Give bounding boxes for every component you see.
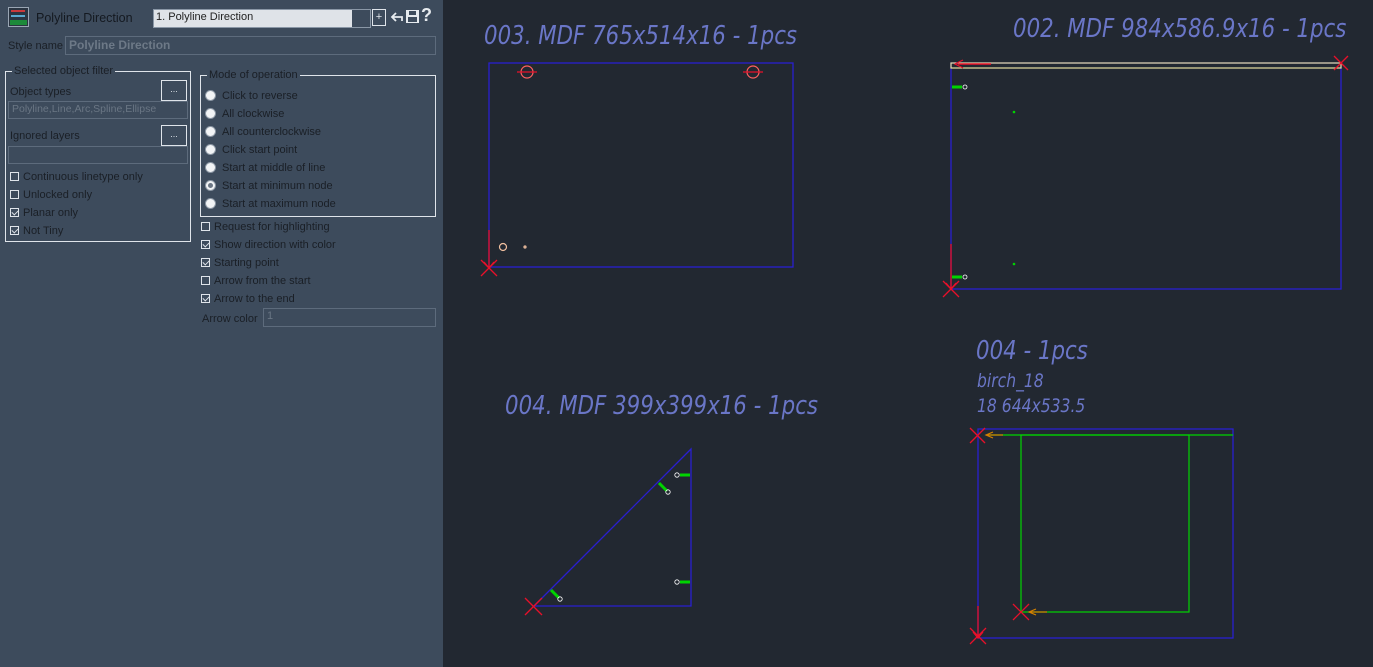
arrow-to-end-label: Arrow to the end [214,293,295,305]
object-filter-group-label: Selected object filter [12,65,116,77]
click-to-reverse-label: Click to reverse [222,90,298,102]
object-types-field[interactable]: Polyline,Line,Arc,Spline,Ellipse [8,101,188,119]
part-002-label: 002. MDF 984x586.9x16 - 1pcs [1013,14,1347,44]
arrow-color-label: Arrow color [202,313,258,325]
style-select-value: 1. Polyline Direction [156,11,254,23]
arrow-from-start-label: Arrow from the start [214,275,311,287]
style-select[interactable]: 1. Polyline Direction [153,9,371,28]
arrow-color-input[interactable]: 1 [263,308,436,327]
part-002-highlight [950,62,1342,69]
show-direction-color-checkbox[interactable] [201,240,210,249]
part-004a-outline [532,447,692,607]
click-start-point-label: Click start point [222,144,298,156]
planar-only-checkbox[interactable] [10,208,19,217]
radio-click-start-point[interactable] [205,144,216,155]
request-highlighting-checkbox[interactable] [201,222,210,231]
show-direction-color-label: Show direction with color [214,239,336,251]
help-icon[interactable]: ? [421,5,432,26]
radio-start-middle-of-line[interactable] [205,162,216,173]
start-marker-004b [969,427,1030,645]
starting-point-label: Starting point [214,257,279,269]
direction-ticks-002 [952,85,962,279]
radio-all-counterclockwise[interactable] [205,126,216,137]
start-maximum-node-label: Start at maximum node [222,198,336,210]
request-highlighting-label: Request for highlighting [214,221,330,233]
drawing-canvas[interactable]: 003. MDF 765x514x16 - 1pcs 002. MDF 984x… [443,0,1373,667]
ignored-layers-browse-button[interactable]: ... [161,125,187,146]
radio-all-clockwise[interactable] [205,108,216,119]
radio-click-to-reverse[interactable] [205,90,216,101]
settings-panel: Polyline Direction 1. Polyline Direction… [0,0,443,667]
start-middle-of-line-label: Start at middle of line [222,162,326,174]
part-004b-inner [1020,434,1190,613]
style-name-input[interactable]: Polyline Direction [65,36,436,55]
radio-start-minimum-node[interactable] [205,180,216,191]
unlocked-only-label: Unlocked only [23,189,93,201]
save-icon[interactable] [405,9,420,24]
radio-start-maximum-node[interactable] [205,198,216,209]
object-types-browse-button[interactable]: ... [161,80,187,101]
ignored-layers-label: Ignored layers [10,130,80,142]
all-clockwise-label: All clockwise [222,108,285,120]
arrow-from-start-checkbox[interactable] [201,276,210,285]
planar-only-label: Planar only [23,207,79,219]
part-004b-size: 18 644x533.5 [977,395,1086,417]
part-004b-material: birch_18 [977,370,1044,392]
back-arrow-icon[interactable] [390,10,404,24]
not-tiny-checkbox[interactable] [10,226,19,235]
app-logo-icon [8,7,29,27]
object-types-label: Object types [10,86,72,98]
mode-group-label: Mode of operation [207,69,300,81]
continuous-linetype-label: Continuous linetype only [23,171,143,183]
ignored-layers-field[interactable] [8,146,188,164]
style-name-label: Style name [8,40,64,52]
starting-point-checkbox[interactable] [201,258,210,267]
app-title: Polyline Direction [36,11,133,25]
unlocked-only-checkbox[interactable] [10,190,19,199]
drawing-svg [480,55,1349,645]
continuous-linetype-checkbox[interactable] [10,172,19,181]
node-circles-003 [498,65,763,252]
start-minimum-node-label: Start at minimum node [222,180,333,192]
arrow-ticks-004b [984,431,1047,616]
start-marker-003 [480,230,498,277]
part-002-outline [950,62,1342,290]
not-tiny-label: Not Tiny [23,225,64,237]
part-003-outline [488,62,794,268]
arrow-to-end-checkbox[interactable] [201,294,210,303]
add-style-button[interactable]: + [372,9,386,26]
part-003-label: 003. MDF 765x514x16 - 1pcs [484,21,798,51]
part-004a-label: 004. MDF 399x399x16 - 1pcs [505,391,819,421]
all-counterclockwise-label: All counterclockwise [222,126,322,138]
part-004b-title: 004 - 1pcs [976,336,1088,366]
